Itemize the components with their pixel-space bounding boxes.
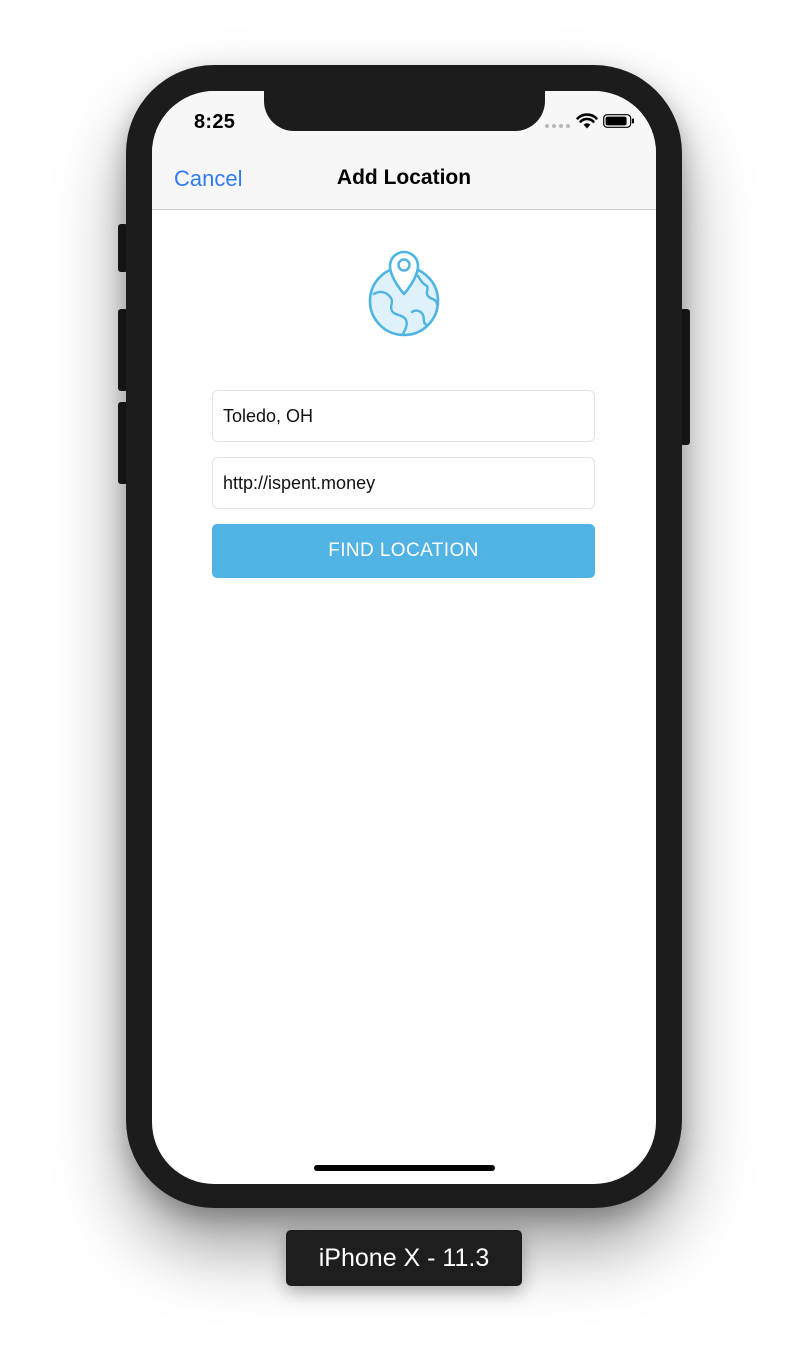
navigation-bar: Cancel Add Location [152,151,656,210]
cellular-signal-icon [545,124,570,128]
url-input[interactable] [212,457,595,509]
simulator-stage: 8:25 Cancel Add Location Toledo, OH http… [0,0,808,1370]
find-location-button[interactable]: FIND LOCATION [212,524,595,578]
notch [264,91,545,131]
wifi-icon [576,113,598,129]
page-title: Add Location [336,166,472,189]
globe-location-pin-icon [368,250,440,337]
device-label: iPhone X - 11.3 [286,1230,522,1286]
status-time: 8:25 [194,111,236,133]
battery-icon [603,114,634,128]
home-indicator[interactable] [314,1165,495,1171]
location-input[interactable] [212,390,595,442]
phone-screen: 8:25 Cancel Add Location Toledo, OH http… [152,91,656,1184]
